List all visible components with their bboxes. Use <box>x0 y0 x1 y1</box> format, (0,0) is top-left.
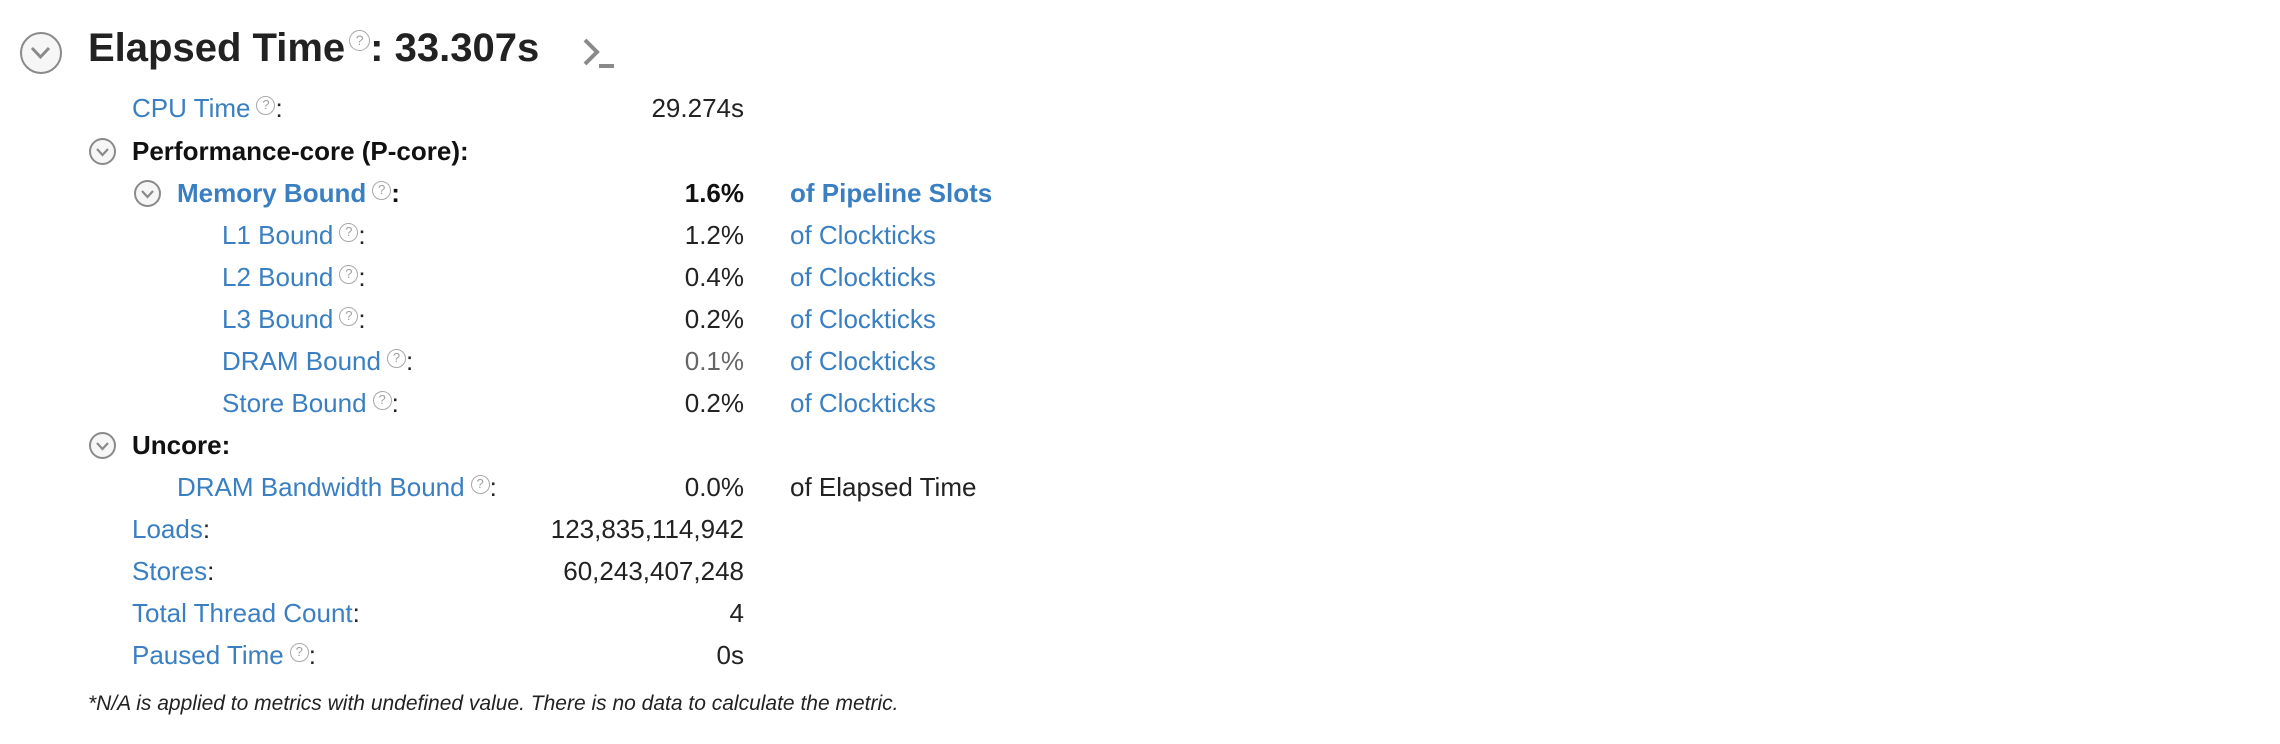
uncore-heading: Uncore: <box>132 430 231 460</box>
store-bound-unit[interactable]: of Clockticks <box>790 388 936 419</box>
elapsed-time-value: 33.307s <box>394 26 540 70</box>
loads-value: 123,835,114,942 <box>550 514 744 544</box>
elapsed-time-label: Elapsed Time <box>88 26 346 70</box>
store-bound-link[interactable]: Store Bound?: <box>222 388 399 419</box>
dram-bound-help-icon[interactable]: ? <box>386 349 406 368</box>
dram-bandwidth-bound-label[interactable]: DRAM Bandwidth Bound <box>177 472 465 502</box>
store-bound-help-icon[interactable]: ? <box>372 391 392 410</box>
page-title: Elapsed Time?: 33.307s <box>88 26 539 71</box>
colon: : <box>358 220 366 250</box>
collapse-memory-bound-toggle-icon[interactable] <box>134 180 161 207</box>
collapse-elapsed-time-toggle-icon[interactable] <box>20 32 62 74</box>
dram-bound-label[interactable]: DRAM Bound <box>222 346 381 376</box>
paused-time-help-icon[interactable]: ? <box>289 643 309 662</box>
dram-bandwidth-bound-value: 0.0% <box>684 472 744 502</box>
l1-bound-label[interactable]: L1 Bound <box>222 220 333 250</box>
paused-time-value: 0s <box>716 640 744 670</box>
l2-bound-value: 0.4% <box>684 262 744 292</box>
dram-bandwidth-bound-help-icon[interactable]: ? <box>470 475 490 494</box>
total-thread-count-link[interactable]: Total Thread Count: <box>132 598 360 629</box>
l2-bound-label[interactable]: L2 Bound <box>222 262 333 292</box>
colon: : <box>358 262 366 292</box>
loads-label[interactable]: Loads <box>132 514 203 544</box>
elapsed-time-summary: Elapsed Time?: 33.307s CPU Time?: 29.274… <box>0 0 2280 744</box>
dram-bandwidth-bound-link[interactable]: DRAM Bandwidth Bound?: <box>177 472 497 503</box>
l1-bound-unit[interactable]: of Clockticks <box>790 220 936 251</box>
memory-bound-label[interactable]: Memory Bound <box>177 178 366 208</box>
memory-bound-value: 1.6% <box>684 178 744 208</box>
l2-bound-link[interactable]: L2 Bound?: <box>222 262 366 293</box>
l3-bound-label[interactable]: L3 Bound <box>222 304 333 334</box>
command-line-icon[interactable] <box>582 36 616 70</box>
l3-bound-help-icon[interactable]: ? <box>339 307 359 326</box>
elapsed-time-help-icon[interactable]: ? <box>349 30 371 51</box>
colon: : <box>308 640 316 670</box>
stores-label[interactable]: Stores <box>132 556 207 586</box>
l2-bound-help-icon[interactable]: ? <box>339 265 359 284</box>
colon: : <box>202 514 211 544</box>
colon: : <box>207 556 215 586</box>
cpu-time-label[interactable]: CPU Time <box>132 93 250 123</box>
l1-bound-help-icon[interactable]: ? <box>339 223 359 242</box>
store-bound-label[interactable]: Store Bound <box>222 388 367 418</box>
cpu-time-help-icon[interactable]: ? <box>256 96 276 115</box>
dram-bandwidth-bound-unit: of Elapsed Time <box>790 472 977 502</box>
pcore-heading: Performance-core (P-core): <box>132 136 469 166</box>
total-thread-count-label[interactable]: Total Thread Count <box>132 598 353 628</box>
cpu-time-value: 29.274s <box>651 93 744 123</box>
paused-time-link[interactable]: Paused Time?: <box>132 640 316 671</box>
colon: : <box>391 388 399 418</box>
memory-bound-help-icon[interactable]: ? <box>372 181 392 200</box>
l1-bound-value: 1.2% <box>684 220 744 250</box>
l3-bound-link[interactable]: L3 Bound?: <box>222 304 366 335</box>
loads-link[interactable]: Loads: <box>132 514 210 545</box>
dram-bound-link[interactable]: DRAM Bound?: <box>222 346 413 377</box>
colon: : <box>489 472 497 502</box>
l1-bound-link[interactable]: L1 Bound?: <box>222 220 366 251</box>
colon: : <box>405 346 414 376</box>
dram-bound-unit[interactable]: of Clockticks <box>790 346 936 377</box>
dram-bound-value: 0.1% <box>684 346 744 376</box>
memory-bound-link[interactable]: Memory Bound?: <box>177 178 400 209</box>
paused-time-label[interactable]: Paused Time <box>132 640 284 670</box>
colon: : <box>352 598 360 628</box>
cpu-time-link[interactable]: CPU Time?: <box>132 93 283 124</box>
store-bound-value: 0.2% <box>684 388 744 418</box>
memory-bound-unit[interactable]: of Pipeline Slots <box>790 178 992 209</box>
footnote: *N/A is applied to metrics with undefine… <box>88 692 899 715</box>
colon: : <box>391 178 400 208</box>
l2-bound-unit[interactable]: of Clockticks <box>790 262 936 293</box>
l3-bound-unit[interactable]: of Clockticks <box>790 304 936 335</box>
title-separator: : <box>370 26 384 70</box>
collapse-pcore-toggle-icon[interactable] <box>89 138 116 165</box>
stores-link[interactable]: Stores: <box>132 556 214 587</box>
colon: : <box>358 304 366 334</box>
total-thread-count-value: 4 <box>729 598 744 628</box>
collapse-uncore-toggle-icon[interactable] <box>89 432 116 459</box>
colon: : <box>275 93 283 123</box>
l3-bound-value: 0.2% <box>684 304 744 334</box>
stores-value: 60,243,407,248 <box>563 556 744 586</box>
